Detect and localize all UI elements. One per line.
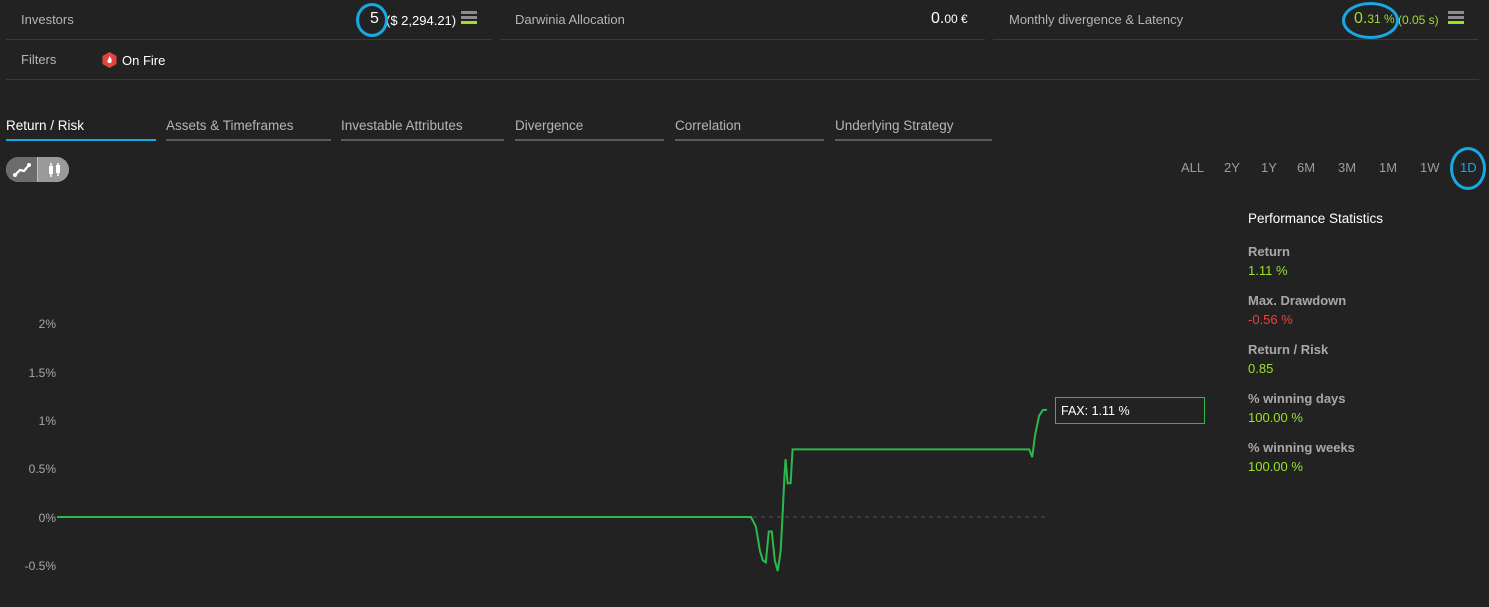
stat-return-risk-label: Return / Risk bbox=[1248, 342, 1329, 357]
chart-tooltip: FAX: 1.11 % bbox=[1055, 397, 1205, 424]
stat-return-label: Return bbox=[1248, 244, 1290, 259]
stat-return-value: 1.11 % bbox=[1248, 263, 1288, 278]
stat-winning-days-value: 100.00 % bbox=[1248, 410, 1303, 425]
stat-winning-weeks-label: % winning weeks bbox=[1248, 440, 1355, 455]
stat-winning-days-label: % winning days bbox=[1248, 391, 1346, 406]
return-series-line bbox=[57, 408, 1047, 572]
stat-return-risk-value: 0.85 bbox=[1248, 361, 1274, 376]
stat-max-drawdown-label: Max. Drawdown bbox=[1248, 293, 1347, 308]
stat-winning-weeks-value: 100.00 % bbox=[1248, 459, 1303, 474]
stats-title: Performance Statistics bbox=[1248, 211, 1384, 226]
stat-max-drawdown-value: -0.56 % bbox=[1248, 312, 1293, 327]
